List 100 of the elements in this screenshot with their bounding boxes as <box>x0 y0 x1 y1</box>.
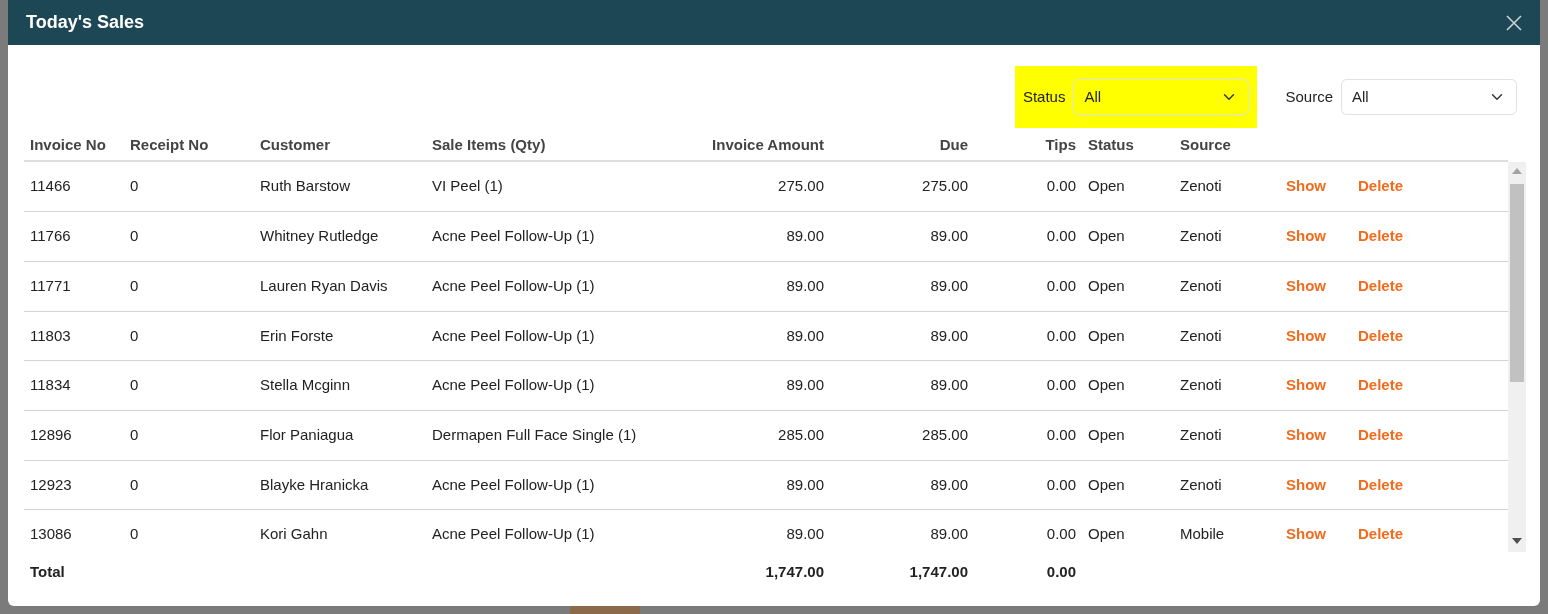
show-link[interactable]: Show <box>1286 276 1326 294</box>
delete-link[interactable]: Delete <box>1358 475 1404 493</box>
table-cell: 12896 <box>30 426 72 444</box>
modal-title: Today's Sales <box>26 11 144 34</box>
show-link[interactable]: Show <box>1286 376 1326 394</box>
table-cell: Open <box>1088 475 1125 493</box>
table-cell: Open <box>1088 376 1125 394</box>
table-cell: 11766 <box>30 227 71 245</box>
table-cell: 0.00 <box>1046 525 1076 543</box>
table-cell: Lauren Ryan Davis <box>260 276 388 294</box>
table-cell: Open <box>1088 525 1125 543</box>
scroll-up-icon[interactable] <box>1512 168 1522 174</box>
column-header: Due <box>939 136 968 154</box>
scrollbar-thumb[interactable] <box>1510 184 1524 382</box>
table-cell: Zenoti <box>1180 376 1222 394</box>
table-cell: VI Peel (1) <box>432 177 503 195</box>
table-cell: Acne Peel Follow-Up (1) <box>432 376 595 394</box>
table-cell: 89.00 <box>786 326 824 344</box>
table-cell: Open <box>1088 276 1125 294</box>
table-cell: Erin Forste <box>260 326 334 344</box>
table-cell: 0 <box>130 276 139 294</box>
filter-label: Status <box>1022 86 1066 107</box>
column-header: Invoice No <box>30 136 106 154</box>
table-cell: 11803 <box>30 326 71 344</box>
filter-dropdown[interactable]: All <box>1073 79 1250 115</box>
table-cell: 275.00 <box>778 177 824 195</box>
table-cell: 89.00 <box>930 276 968 294</box>
filter-dropdown[interactable]: All <box>1341 79 1517 115</box>
show-link[interactable]: Show <box>1286 326 1326 344</box>
table-cell: 0.00 <box>1046 177 1076 195</box>
table-cell: Zenoti <box>1180 227 1222 245</box>
table-cell: 89.00 <box>930 525 968 543</box>
total-value: 0.00 <box>1046 562 1076 580</box>
table-cell: 0 <box>130 475 139 493</box>
table-cell: 285.00 <box>778 426 824 444</box>
table-cell: Acne Peel Follow-Up (1) <box>432 276 595 294</box>
column-header: Customer <box>260 136 330 154</box>
column-header: Receipt No <box>130 136 209 154</box>
table-cell: 0 <box>130 525 139 543</box>
table-cell: 0.00 <box>1046 376 1076 394</box>
table-cell: 0.00 <box>1046 426 1076 444</box>
table-cell: Open <box>1088 326 1125 344</box>
total-label: Total <box>30 562 65 580</box>
delete-link[interactable]: Delete <box>1358 426 1404 444</box>
show-link[interactable]: Show <box>1286 177 1326 195</box>
table-cell: 89.00 <box>930 475 968 493</box>
table-cell: Acne Peel Follow-Up (1) <box>432 525 595 543</box>
table-cell: 89.00 <box>786 227 824 245</box>
table-cell: 0.00 <box>1046 475 1076 493</box>
table-cell: 0.00 <box>1046 276 1076 294</box>
table-cell: 0.00 <box>1046 227 1076 245</box>
table-cell: 11834 <box>30 376 71 394</box>
table-cell: Whitney Rutledge <box>260 227 379 245</box>
total-value: 1,747.00 <box>909 562 968 580</box>
close-button[interactable] <box>1506 14 1522 31</box>
table-cell: Open <box>1088 227 1125 245</box>
column-header: Status <box>1088 136 1134 154</box>
show-link[interactable]: Show <box>1286 426 1326 444</box>
table-cell: Mobile <box>1180 525 1225 543</box>
table-cell: Blayke Hranicka <box>260 475 369 493</box>
table-cell: Zenoti <box>1180 426 1222 444</box>
table-cell: Kori Gahn <box>260 525 328 543</box>
table-cell: 13086 <box>30 525 72 543</box>
delete-link[interactable]: Delete <box>1358 227 1404 245</box>
scroll-down-icon[interactable] <box>1512 538 1522 544</box>
table-cell: 12923 <box>30 475 72 493</box>
table-cell: Stella Mcginn <box>260 376 351 394</box>
table-cell: 0 <box>130 326 139 344</box>
delete-link[interactable]: Delete <box>1358 376 1404 394</box>
table-cell: 89.00 <box>786 376 824 394</box>
table-cell: 11771 <box>30 276 71 294</box>
delete-link[interactable]: Delete <box>1358 276 1404 294</box>
table-cell: Zenoti <box>1180 326 1222 344</box>
delete-link[interactable]: Delete <box>1358 177 1404 195</box>
table-cell: Open <box>1088 426 1125 444</box>
table-cell: Zenoti <box>1180 177 1222 195</box>
table-cell: Acne Peel Follow-Up (1) <box>432 227 595 245</box>
table-cell: 89.00 <box>786 276 824 294</box>
column-header: Invoice Amount <box>712 136 824 154</box>
table-cell: 275.00 <box>922 177 968 195</box>
table-cell: 0.00 <box>1046 326 1076 344</box>
table-cell: 89.00 <box>930 227 968 245</box>
show-link[interactable]: Show <box>1286 525 1326 543</box>
table-cell: 0 <box>130 426 139 444</box>
table-cell: 89.00 <box>786 525 824 543</box>
filter-label: Source <box>1285 86 1333 107</box>
table-cell: Flor Paniagua <box>260 426 354 444</box>
table-cell: Acne Peel Follow-Up (1) <box>432 475 595 493</box>
table-cell: Acne Peel Follow-Up (1) <box>432 326 595 344</box>
delete-link[interactable]: Delete <box>1358 525 1404 543</box>
table-cell: 11466 <box>30 177 71 195</box>
table-cell: 0 <box>130 227 139 245</box>
table-cell: 0 <box>130 177 139 195</box>
table-cell: Ruth Barstow <box>260 177 351 195</box>
show-link[interactable]: Show <box>1286 475 1326 493</box>
column-header: Tips <box>1045 136 1076 154</box>
table-cell: 89.00 <box>930 326 968 344</box>
delete-link[interactable]: Delete <box>1358 326 1404 344</box>
show-link[interactable]: Show <box>1286 227 1326 245</box>
total-value: 1,747.00 <box>765 562 824 580</box>
